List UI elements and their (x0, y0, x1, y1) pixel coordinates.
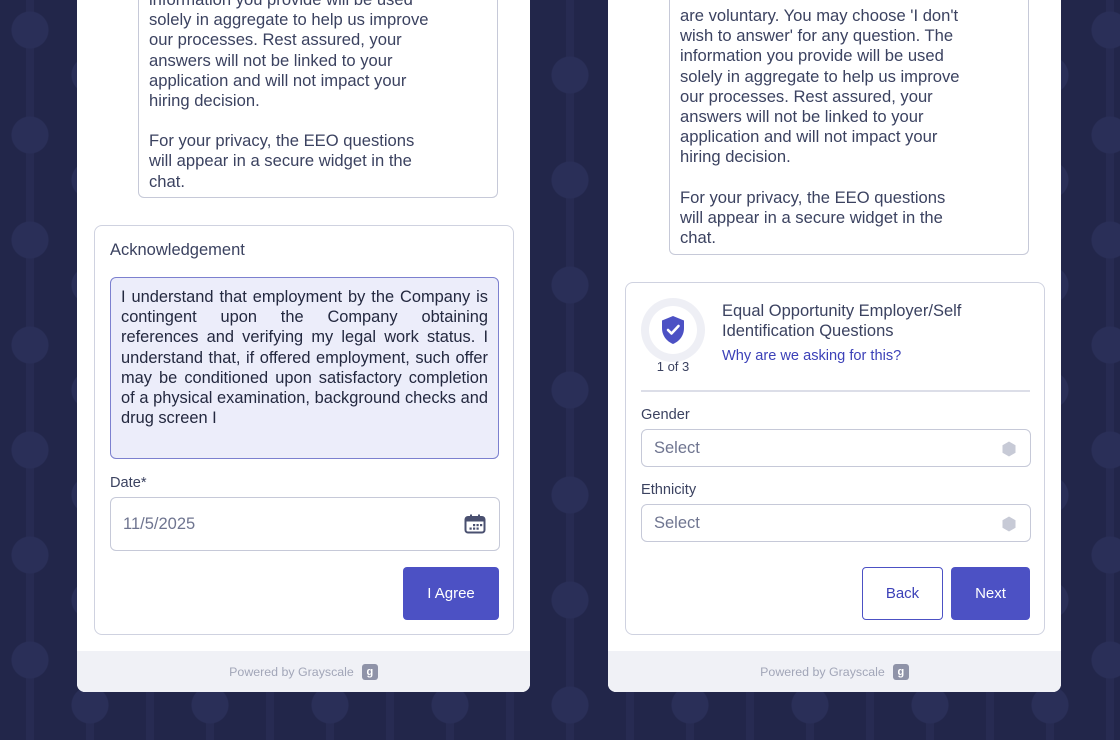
info-line: answers will not be linked to your (680, 107, 924, 127)
info-line: will appear in a secure widget in the (680, 207, 943, 227)
dropdown-hex-icon (1002, 441, 1016, 457)
acknowledgement-card: Acknowledgement I understand that employ… (94, 225, 514, 635)
ethnicity-select[interactable]: Select (641, 504, 1031, 542)
eeo-title: Equal Opportunity Employer/Self Identifi… (722, 301, 961, 341)
info-line: application and will not impact your (149, 70, 407, 90)
grayscale-logo-icon: g (892, 663, 909, 680)
badge-inner (649, 306, 697, 354)
shield-check-icon (662, 316, 684, 344)
info-line: chat. (680, 228, 716, 248)
grayscale-logo-icon: g (361, 663, 378, 680)
powered-by-text: Powered by Grayscale (760, 664, 885, 679)
acknowledgement-text-box[interactable]: I understand that employment by the Comp… (110, 277, 499, 459)
gender-label: Gender (641, 407, 690, 423)
section-divider (641, 390, 1030, 392)
info-paragraph-2: For your privacy, the EEO questions will… (149, 131, 487, 192)
info-line: solely in aggregate to help us improve (680, 66, 960, 86)
info-line: answers will not be linked to your (149, 50, 393, 70)
next-button[interactable]: Next (951, 567, 1030, 620)
info-line: will appear in a secure widget in the (149, 151, 412, 171)
info-line: hiring decision. (149, 91, 260, 111)
back-button[interactable]: Back (862, 567, 943, 620)
powered-by-footer: Powered by Grayscale g (608, 651, 1061, 692)
info-line: For your privacy, the EEO questions (149, 131, 415, 151)
ethnicity-label: Ethnicity (641, 482, 697, 498)
info-line: our processes. Rest assured, your (680, 86, 933, 106)
date-input[interactable]: 11/5/2025 (110, 497, 500, 551)
info-line: information you provide will be used (149, 0, 413, 9)
info-line: information you provide will be used (680, 46, 944, 66)
eeo-widget-card: 1 of 3 Equal Opportunity Employer/Self I… (625, 282, 1045, 635)
step-counter: 1 of 3 (656, 359, 690, 374)
dropdown-hex-icon (1002, 516, 1016, 532)
date-label: Date* (110, 475, 147, 491)
powered-by-text: Powered by Grayscale (229, 664, 354, 679)
why-asking-link[interactable]: Why are we asking for this? (722, 348, 901, 364)
info-paragraph-2: For your privacy, the EEO questions will… (680, 188, 1018, 249)
eeo-chat-panel: are voluntary. You may choose 'I don't w… (608, 0, 1061, 692)
ethnicity-select-value: Select (654, 513, 700, 532)
eeo-title-line: Identification Questions (722, 322, 894, 340)
gender-select[interactable]: Select (641, 429, 1031, 467)
acknowledgement-chat-panel: information you provide will be used sol… (77, 0, 530, 692)
calendar-icon[interactable] (464, 514, 486, 534)
info-line: application and will not impact your (680, 127, 938, 147)
date-value: 11/5/2025 (123, 514, 196, 533)
gender-select-value: Select (654, 438, 700, 457)
info-line: For your privacy, the EEO questions (680, 187, 946, 207)
info-line: hiring decision. (680, 147, 791, 167)
eeo-info-box: are voluntary. You may choose 'I don't w… (669, 0, 1029, 255)
step-badge (641, 298, 705, 362)
eeo-title-line: Equal Opportunity Employer/Self (722, 302, 962, 320)
info-paragraph-1: are voluntary. You may choose 'I don't w… (680, 0, 1018, 168)
info-line: solely in aggregate to help us improve (149, 10, 429, 30)
powered-by-footer: Powered by Grayscale g (77, 651, 530, 692)
info-paragraph-1: information you provide will be used sol… (149, 0, 487, 111)
acknowledgement-title: Acknowledgement (110, 241, 245, 259)
i-agree-button[interactable]: I Agree (403, 567, 499, 620)
info-line: are voluntary. You may choose 'I don't (680, 6, 959, 25)
info-line: wish to answer' for any question. The (680, 26, 954, 46)
info-line: our processes. Rest assured, your (149, 30, 402, 50)
eeo-info-box: information you provide will be used sol… (138, 0, 498, 198)
info-line: chat. (149, 171, 185, 191)
